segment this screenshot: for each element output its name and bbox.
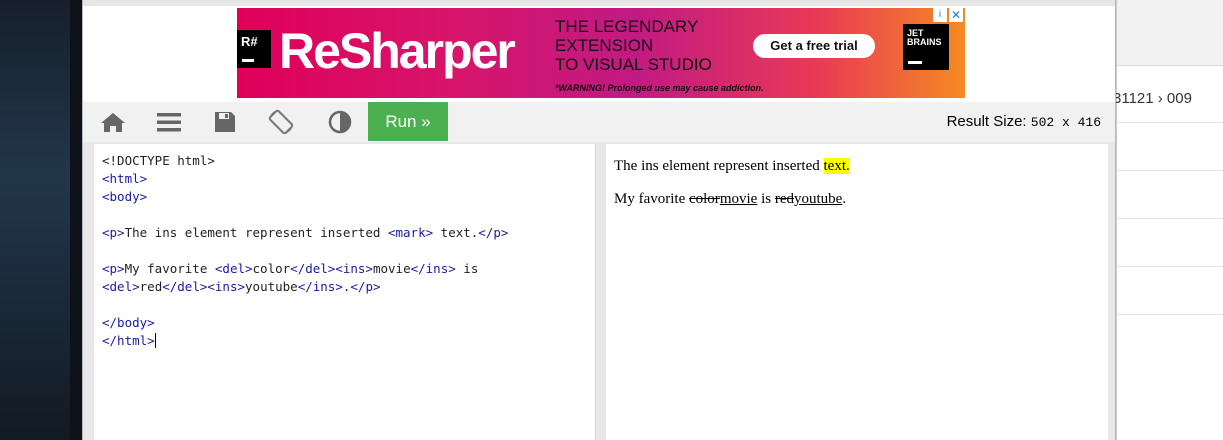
ad-banner[interactable]: R# ReSharper THE LEGENDARY EXTENSION TO … [237, 8, 965, 98]
text-cursor [154, 333, 156, 348]
inserted-text: youtube [793, 191, 843, 207]
contrast-icon[interactable] [320, 102, 360, 142]
marked-text: text. [823, 158, 850, 174]
p1-text: The ins element represent inserted [614, 158, 824, 174]
result-paragraph-2: My favorite colormovie is redyoutube. [614, 191, 850, 208]
code-line: <body> [102, 189, 148, 204]
rotate-icon[interactable] [261, 102, 301, 142]
home-icon[interactable] [93, 102, 133, 142]
code-line: <del>red</del><ins>youtube</ins>.</p> [102, 279, 381, 294]
p2-text: . [842, 191, 847, 207]
menu-icon[interactable] [149, 102, 189, 142]
adchoices-icon[interactable]: i [933, 8, 947, 22]
save-icon[interactable] [205, 102, 245, 142]
tryit-window: R# ReSharper THE LEGENDARY EXTENSION TO … [82, 0, 1116, 440]
resharper-logo: R# [237, 30, 271, 68]
code-line: </body> [102, 315, 155, 330]
ad-brand: ReSharper [279, 23, 516, 79]
result-body: The ins element represent inserted text.… [614, 158, 850, 224]
p2-text: My favorite [614, 191, 689, 207]
code-line: <html> [102, 171, 148, 186]
ad-headline-line: EXTENSION [555, 36, 654, 55]
close-ad-icon[interactable]: ✕ [949, 8, 963, 22]
ad-warning: *WARNING! Prolonged use may cause addict… [555, 83, 764, 93]
code-line: <p>My favorite <del>color</del><ins>movi… [102, 261, 479, 276]
background-window-topbar [1117, 0, 1223, 66]
ad-headline: THE LEGENDARY EXTENSION TO VISUAL STUDIO [555, 17, 712, 74]
result-size: Result Size: 502 x 416 [947, 113, 1101, 130]
inserted-text: movie [719, 191, 758, 207]
panel-area: <!DOCTYPE html> <html> <body> <p>The ins el… [83, 142, 1115, 440]
vendor-line: BRAINS [907, 37, 942, 47]
code-line: <!DOCTYPE html> [102, 153, 215, 168]
background-breadcrumb: 31121 › 009 [1113, 90, 1192, 107]
toolbar: Run » Result Size: 502 x 416 [83, 102, 1115, 142]
jetbrains-logo: JET BRAINS [903, 24, 949, 70]
code-line: <p>The ins element represent inserted <m… [102, 225, 509, 240]
ad-headline-line: TO VISUAL STUDIO [555, 55, 712, 74]
deleted-text: red [774, 191, 794, 207]
free-trial-button[interactable]: Get a free trial [753, 34, 875, 58]
run-button[interactable]: Run » [368, 102, 448, 141]
result-size-label: Result Size: [946, 113, 1027, 130]
result-frame[interactable]: The ins element represent inserted text.… [606, 144, 1108, 440]
result-paragraph-1: The ins element represent inserted text. [614, 158, 850, 175]
code-editor[interactable]: <!DOCTYPE html> <html> <body> <p>The ins el… [94, 144, 596, 440]
p2-text: is [757, 191, 775, 207]
background-window[interactable]: 31121 › 009 [1113, 0, 1223, 440]
desktop-background [0, 0, 82, 440]
result-size-value: 502 x 416 [1030, 115, 1101, 130]
ad-headline-line: THE LEGENDARY [555, 17, 699, 36]
brand-badge: R# [241, 34, 258, 49]
code-text[interactable]: <!DOCTYPE html> <html> <body> <p>The ins el… [102, 152, 508, 350]
deleted-text: color [688, 191, 720, 207]
code-line: </html> [102, 333, 156, 348]
